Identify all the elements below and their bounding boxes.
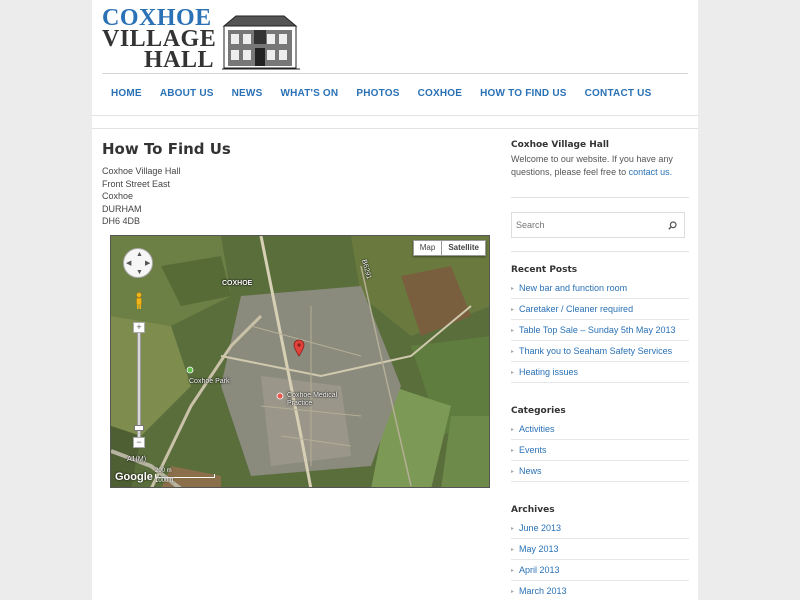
- recent-post-link[interactable]: ▸ Caretaker / Cleaner required: [511, 299, 689, 320]
- sidebar-about: Coxhoe Village Hall Welcome to our websi…: [511, 140, 689, 178]
- nav-item-about-us[interactable]: ABOUT US: [151, 86, 223, 102]
- address-line: Front Street East: [102, 178, 171, 189]
- bullet-icon: ▸: [511, 370, 515, 376]
- pan-control[interactable]: ▲ ▼ ◀ ▶: [123, 248, 153, 278]
- google-logo[interactable]: Google: [115, 471, 153, 483]
- search-input[interactable]: [512, 213, 652, 237]
- bullet-icon: ▸: [511, 427, 515, 433]
- recent-post-link[interactable]: ▸ Heating issues: [511, 362, 689, 383]
- main-content: How To Find Us Coxhoe Village Hall Front…: [102, 140, 492, 228]
- pan-down-icon[interactable]: ▼: [136, 269, 143, 276]
- zoom-slider-handle[interactable]: [134, 425, 144, 431]
- map-label-park: Coxhoe Park: [189, 378, 230, 385]
- bullet-icon: ▸: [511, 469, 515, 475]
- pan-right-icon[interactable]: ▶: [145, 260, 150, 267]
- nav-item-contact-us[interactable]: CONTACT US: [576, 86, 661, 102]
- category-link[interactable]: ▸ Activities: [511, 419, 689, 440]
- archives-title: Archives: [511, 505, 555, 515]
- archive-link[interactable]: ▸ April 2013: [511, 560, 689, 581]
- address-line: DH6 4DB: [102, 216, 141, 227]
- map-scale: 200 m 1000 ft: [155, 468, 215, 484]
- bullet-icon: ▸: [511, 328, 515, 334]
- bullet-icon: ▸: [511, 286, 515, 292]
- site-logo[interactable]: COXHOE VILLAGE HALL: [102, 6, 300, 73]
- scale-imperial: 1000 ft: [155, 478, 174, 484]
- map-type-satellite-button[interactable]: Satellite: [441, 241, 485, 255]
- recent-posts-title: Recent Posts: [511, 265, 578, 275]
- village-hall-sketch-icon: [222, 15, 300, 70]
- pan-left-icon[interactable]: ◀: [126, 260, 131, 267]
- address-block: Coxhoe Village Hall Front Street East Co…: [102, 165, 492, 228]
- archives-widget: Archives ▸ June 2013 ▸ May 2013 ▸ April 201…: [511, 505, 689, 600]
- main-nav: HOME ABOUT US NEWS WHAT'S ON PHOTOS COXH…: [102, 86, 660, 102]
- bullet-icon: ▸: [511, 307, 515, 313]
- search-icon[interactable]: [668, 221, 677, 230]
- recent-post-link[interactable]: ▸ Thank you to Seaham Safety Services: [511, 341, 689, 362]
- map-type-map-button[interactable]: Map: [414, 241, 442, 255]
- zoom-control: + −: [133, 322, 145, 448]
- address-line: Coxhoe Village Hall: [102, 166, 181, 176]
- address-line: DURHAM: [102, 203, 142, 214]
- archive-link[interactable]: ▸ March 2013: [511, 581, 689, 600]
- map-label-practice: Coxhoe Medical Practice: [287, 392, 338, 407]
- nav-item-coxhoe[interactable]: COXHOE: [409, 86, 472, 102]
- recent-post-link[interactable]: ▸ New bar and function room: [511, 278, 689, 299]
- pegman-icon[interactable]: [134, 292, 144, 310]
- recent-posts-widget: Recent Posts ▸ New bar and function room …: [511, 265, 689, 383]
- address-line: Coxhoe: [102, 191, 134, 202]
- nav-item-home[interactable]: HOME: [102, 86, 151, 102]
- zoom-slider-track[interactable]: [134, 333, 144, 437]
- site-header: COXHOE VILLAGE HALL HOME ABOUT US NEWS W…: [92, 0, 698, 116]
- location-pin-icon[interactable]: [293, 339, 305, 357]
- archive-link[interactable]: ▸ June 2013: [511, 518, 689, 539]
- map-label-road: A1(M): [127, 456, 147, 463]
- bullet-icon: ▸: [511, 568, 515, 574]
- map-label-town: COXHOE: [222, 280, 253, 287]
- bullet-icon: ▸: [511, 547, 515, 553]
- nav-divider: [102, 73, 688, 74]
- pan-up-icon[interactable]: ▲: [136, 251, 143, 258]
- sidebar-divider: [511, 197, 689, 198]
- logo-wordmark: COXHOE VILLAGE HALL: [102, 6, 216, 73]
- nav-item-how-to-find-us[interactable]: HOW TO FIND US: [471, 86, 576, 102]
- bullet-icon: ▸: [511, 526, 515, 532]
- page-title: How To Find Us: [102, 140, 231, 158]
- about-widget-title: Coxhoe Village Hall: [511, 140, 610, 150]
- sidebar-divider: [511, 251, 689, 252]
- category-link[interactable]: ▸ Events: [511, 440, 689, 461]
- map-type-control: Map Satellite: [412, 240, 486, 256]
- bullet-icon: ▸: [511, 349, 515, 355]
- zoom-in-button[interactable]: +: [133, 322, 145, 333]
- nav-item-whats-on[interactable]: WHAT'S ON: [271, 86, 347, 102]
- contact-us-link[interactable]: contact us.: [629, 167, 673, 177]
- park-marker-icon: [186, 366, 194, 374]
- recent-post-link[interactable]: ▸ Table Top Sale – Sunday 5th May 2013: [511, 320, 689, 341]
- categories-title: Categories: [511, 406, 566, 416]
- embedded-map[interactable]: Map Satellite ▲ ▼ ◀ ▶ + − COXHOE Coxhoe …: [110, 235, 490, 488]
- satellite-imagery[interactable]: [111, 236, 490, 488]
- about-widget-text: Welcome to our website. If you have any …: [511, 153, 689, 178]
- bullet-icon: ▸: [511, 448, 515, 454]
- archive-link[interactable]: ▸ May 2013: [511, 539, 689, 560]
- poi-marker-icon[interactable]: [276, 392, 284, 402]
- logo-line-3: HALL: [144, 47, 215, 73]
- zoom-out-button[interactable]: −: [133, 437, 145, 448]
- categories-widget: Categories ▸ Activities ▸ Events ▸ News: [511, 406, 689, 482]
- bullet-icon: ▸: [511, 589, 515, 595]
- category-link[interactable]: ▸ News: [511, 461, 689, 482]
- nav-item-photos[interactable]: PHOTOS: [347, 86, 408, 102]
- nav-item-news[interactable]: NEWS: [223, 86, 272, 102]
- search-form: [511, 212, 685, 238]
